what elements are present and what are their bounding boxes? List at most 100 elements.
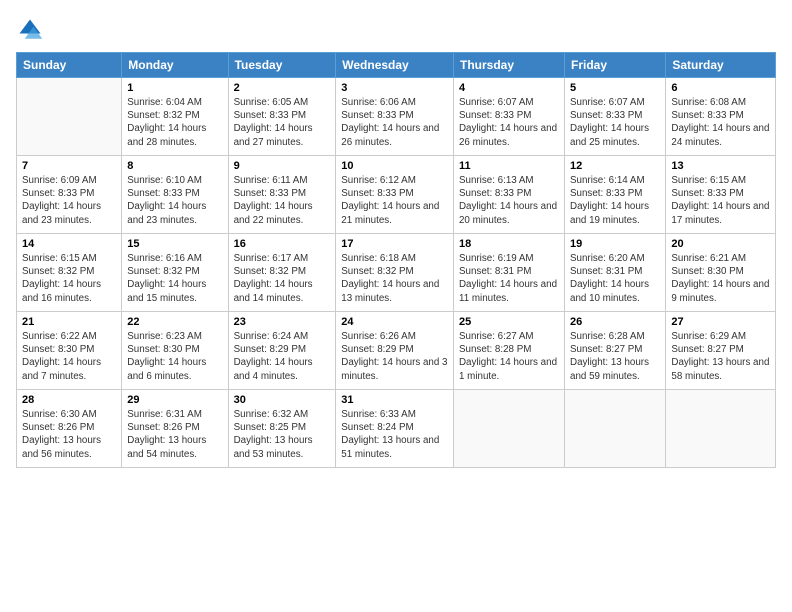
page: SundayMondayTuesdayWednesdayThursdayFrid… bbox=[0, 0, 792, 476]
header-cell-wednesday: Wednesday bbox=[336, 53, 454, 78]
day-number: 29 bbox=[127, 394, 222, 406]
day-info: Sunrise: 6:07 AMSunset: 8:33 PMDaylight:… bbox=[570, 96, 660, 149]
day-info: Sunrise: 6:23 AMSunset: 8:30 PMDaylight:… bbox=[127, 330, 222, 383]
day-cell: 2 Sunrise: 6:05 AMSunset: 8:33 PMDaylight… bbox=[228, 78, 336, 156]
day-cell: 4Sunrise: 6:07 AMSunset: 8:33 PMDaylight… bbox=[453, 78, 564, 156]
day-cell: 14Sunrise: 6:15 AMSunset: 8:32 PMDayligh… bbox=[17, 234, 122, 312]
day-number: 20 bbox=[671, 238, 770, 250]
day-info: Sunrise: 6:27 AMSunset: 8:28 PMDaylight:… bbox=[459, 330, 559, 383]
day-number: 9 bbox=[234, 160, 331, 172]
day-info: Sunrise: 6:07 AMSunset: 8:33 PMDaylight:… bbox=[459, 96, 559, 149]
day-info: Sunrise: 6:05 AMSunset: 8:33 PMDaylight:… bbox=[234, 96, 331, 149]
day-number: 3 bbox=[341, 82, 448, 94]
day-number: 10 bbox=[341, 160, 448, 172]
day-number: 27 bbox=[671, 316, 770, 328]
day-cell: 23 Sunrise: 6:24 AMSunset: 8:29 PMDayligh… bbox=[228, 312, 336, 390]
day-number: 1 bbox=[127, 82, 222, 94]
day-info: Sunrise: 6:26 AMSunset: 8:29 PMDaylight:… bbox=[341, 330, 448, 383]
day-info: Sunrise: 6:28 AMSunset: 8:27 PMDaylight:… bbox=[570, 330, 660, 383]
day-info: Sunrise: 6:15 AMSunset: 8:33 PMDaylight:… bbox=[671, 174, 770, 227]
day-info: Sunrise: 6:10 AMSunset: 8:33 PMDaylight:… bbox=[127, 174, 222, 227]
day-number: 30 bbox=[234, 394, 331, 406]
day-cell: 9 Sunrise: 6:11 AMSunset: 8:33 PMDaylight… bbox=[228, 156, 336, 234]
day-cell: 30 Sunrise: 6:32 AMSunset: 8:25 PMDayligh… bbox=[228, 390, 336, 468]
day-cell: 18 Sunrise: 6:19 AMSunset: 8:31 PMDayligh… bbox=[453, 234, 564, 312]
week-row-4: 21 Sunrise: 6:22 AMSunset: 8:30 PMDayligh… bbox=[17, 312, 776, 390]
day-info: Sunrise: 6:06 AMSunset: 8:33 PMDaylight:… bbox=[341, 96, 448, 149]
day-number: 25 bbox=[459, 316, 559, 328]
calendar-table: SundayMondayTuesdayWednesdayThursdayFrid… bbox=[16, 52, 776, 468]
day-info: Sunrise: 6:21 AMSunset: 8:30 PMDaylight:… bbox=[671, 252, 770, 305]
day-number: 2 bbox=[234, 82, 331, 94]
day-info: Sunrise: 6:09 AMSunset: 8:33 PMDaylight:… bbox=[22, 174, 116, 227]
day-cell: 28Sunrise: 6:30 AMSunset: 8:26 PMDayligh… bbox=[17, 390, 122, 468]
day-cell: 7Sunrise: 6:09 AMSunset: 8:33 PMDaylight… bbox=[17, 156, 122, 234]
day-info: Sunrise: 6:32 AMSunset: 8:25 PMDaylight:… bbox=[234, 408, 331, 461]
day-cell: 8 Sunrise: 6:10 AMSunset: 8:33 PMDaylight… bbox=[122, 156, 228, 234]
day-info: Sunrise: 6:14 AMSunset: 8:33 PMDaylight:… bbox=[570, 174, 660, 227]
day-info: Sunrise: 6:33 AMSunset: 8:24 PMDaylight:… bbox=[341, 408, 448, 461]
day-cell: 5 Sunrise: 6:07 AMSunset: 8:33 PMDaylight… bbox=[565, 78, 666, 156]
day-info: Sunrise: 6:13 AMSunset: 8:33 PMDaylight:… bbox=[459, 174, 559, 227]
day-info: Sunrise: 6:08 AMSunset: 8:33 PMDaylight:… bbox=[671, 96, 770, 149]
header-cell-saturday: Saturday bbox=[666, 53, 776, 78]
day-info: Sunrise: 6:11 AMSunset: 8:33 PMDaylight:… bbox=[234, 174, 331, 227]
day-info: Sunrise: 6:22 AMSunset: 8:30 PMDaylight:… bbox=[22, 330, 116, 383]
day-cell: 10 Sunrise: 6:12 AMSunset: 8:33 PMDayligh… bbox=[336, 156, 454, 234]
day-number: 31 bbox=[341, 394, 448, 406]
day-cell: 24 Sunrise: 6:26 AMSunset: 8:29 PMDayligh… bbox=[336, 312, 454, 390]
day-cell bbox=[453, 390, 564, 468]
day-info: Sunrise: 6:04 AMSunset: 8:32 PMDaylight:… bbox=[127, 96, 222, 149]
day-cell: 15 Sunrise: 6:16 AMSunset: 8:32 PMDayligh… bbox=[122, 234, 228, 312]
day-number: 15 bbox=[127, 238, 222, 250]
day-number: 5 bbox=[570, 82, 660, 94]
day-number: 16 bbox=[234, 238, 331, 250]
day-cell: 27 Sunrise: 6:29 AMSunset: 8:27 PMDayligh… bbox=[666, 312, 776, 390]
day-cell: 25 Sunrise: 6:27 AMSunset: 8:28 PMDayligh… bbox=[453, 312, 564, 390]
day-cell: 22Sunrise: 6:23 AMSunset: 8:30 PMDayligh… bbox=[122, 312, 228, 390]
logo bbox=[16, 16, 48, 44]
day-cell: 11 Sunrise: 6:13 AMSunset: 8:33 PMDayligh… bbox=[453, 156, 564, 234]
day-cell bbox=[17, 78, 122, 156]
header bbox=[16, 16, 776, 44]
week-row-1: 1 Sunrise: 6:04 AMSunset: 8:32 PMDaylight… bbox=[17, 78, 776, 156]
day-cell bbox=[565, 390, 666, 468]
day-number: 18 bbox=[459, 238, 559, 250]
day-info: Sunrise: 6:17 AMSunset: 8:32 PMDaylight:… bbox=[234, 252, 331, 305]
day-info: Sunrise: 6:16 AMSunset: 8:32 PMDaylight:… bbox=[127, 252, 222, 305]
day-number: 26 bbox=[570, 316, 660, 328]
day-cell: 1 Sunrise: 6:04 AMSunset: 8:32 PMDaylight… bbox=[122, 78, 228, 156]
day-cell bbox=[666, 390, 776, 468]
day-cell: 29 Sunrise: 6:31 AMSunset: 8:26 PMDayligh… bbox=[122, 390, 228, 468]
day-info: Sunrise: 6:31 AMSunset: 8:26 PMDaylight:… bbox=[127, 408, 222, 461]
day-cell: 19 Sunrise: 6:20 AMSunset: 8:31 PMDayligh… bbox=[565, 234, 666, 312]
day-info: Sunrise: 6:29 AMSunset: 8:27 PMDaylight:… bbox=[671, 330, 770, 383]
day-info: Sunrise: 6:19 AMSunset: 8:31 PMDaylight:… bbox=[459, 252, 559, 305]
header-cell-friday: Friday bbox=[565, 53, 666, 78]
day-info: Sunrise: 6:24 AMSunset: 8:29 PMDaylight:… bbox=[234, 330, 331, 383]
day-number: 8 bbox=[127, 160, 222, 172]
header-row: SundayMondayTuesdayWednesdayThursdayFrid… bbox=[17, 53, 776, 78]
logo-icon bbox=[16, 16, 44, 44]
day-cell: 16 Sunrise: 6:17 AMSunset: 8:32 PMDayligh… bbox=[228, 234, 336, 312]
day-number: 14 bbox=[22, 238, 116, 250]
day-cell: 6Sunrise: 6:08 AMSunset: 8:33 PMDaylight… bbox=[666, 78, 776, 156]
day-cell: 26 Sunrise: 6:28 AMSunset: 8:27 PMDayligh… bbox=[565, 312, 666, 390]
day-info: Sunrise: 6:20 AMSunset: 8:31 PMDaylight:… bbox=[570, 252, 660, 305]
header-cell-monday: Monday bbox=[122, 53, 228, 78]
day-cell: 21 Sunrise: 6:22 AMSunset: 8:30 PMDayligh… bbox=[17, 312, 122, 390]
day-number: 13 bbox=[671, 160, 770, 172]
header-cell-tuesday: Tuesday bbox=[228, 53, 336, 78]
day-number: 24 bbox=[341, 316, 448, 328]
day-info: Sunrise: 6:18 AMSunset: 8:32 PMDaylight:… bbox=[341, 252, 448, 305]
day-number: 21 bbox=[22, 316, 116, 328]
week-row-5: 28Sunrise: 6:30 AMSunset: 8:26 PMDayligh… bbox=[17, 390, 776, 468]
day-number: 28 bbox=[22, 394, 116, 406]
day-cell: 3 Sunrise: 6:06 AMSunset: 8:33 PMDaylight… bbox=[336, 78, 454, 156]
header-cell-thursday: Thursday bbox=[453, 53, 564, 78]
day-number: 23 bbox=[234, 316, 331, 328]
day-number: 11 bbox=[459, 160, 559, 172]
header-cell-sunday: Sunday bbox=[17, 53, 122, 78]
day-number: 19 bbox=[570, 238, 660, 250]
day-info: Sunrise: 6:12 AMSunset: 8:33 PMDaylight:… bbox=[341, 174, 448, 227]
